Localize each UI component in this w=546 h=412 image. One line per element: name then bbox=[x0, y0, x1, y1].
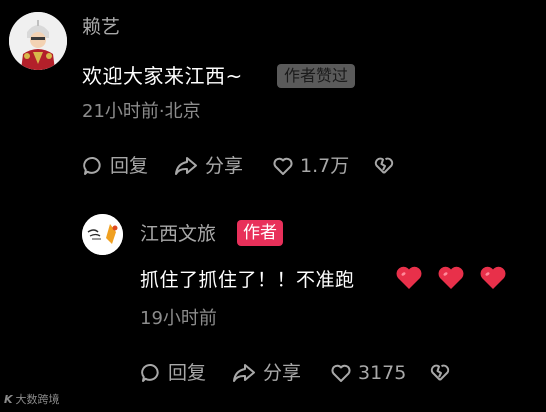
comment-bubble-icon bbox=[83, 156, 101, 175]
like-count: 1.7万 bbox=[300, 155, 350, 177]
like-button[interactable]: 1.7万 bbox=[272, 154, 349, 178]
username[interactable]: 赖艺 bbox=[82, 15, 120, 39]
red-heart-emoji-icon bbox=[438, 266, 464, 289]
reply-avatar[interactable] bbox=[82, 214, 123, 255]
avatar-image bbox=[82, 214, 123, 255]
reply-username[interactable]: 江西文旅 bbox=[140, 222, 216, 246]
watermark: K 大数跨境 bbox=[4, 393, 60, 407]
share-label: 分享 bbox=[205, 155, 244, 177]
comment-bubble-icon bbox=[141, 363, 159, 382]
avatar-image bbox=[9, 12, 67, 70]
author-liked-badge: 作者赞过 bbox=[277, 64, 356, 88]
comment-meta: 21小时前·北京 bbox=[82, 101, 201, 122]
heart-outline-icon bbox=[331, 364, 351, 382]
share-button[interactable]: 分享 bbox=[231, 361, 301, 385]
share-button[interactable]: 分享 bbox=[173, 154, 243, 178]
watermark-text: 大数跨境 bbox=[15, 393, 60, 406]
reply-text: 抓住了抓住了！！不准跑 bbox=[140, 269, 355, 291]
dislike-button[interactable] bbox=[428, 361, 452, 383]
watermark-logo: K bbox=[4, 393, 13, 406]
avatar[interactable] bbox=[9, 12, 67, 70]
broken-heart-icon bbox=[374, 157, 394, 174]
like-count: 3175 bbox=[358, 362, 407, 384]
broken-heart-icon bbox=[430, 364, 450, 381]
author-badge: 作者 bbox=[237, 220, 283, 246]
reply-label: 回复 bbox=[110, 155, 149, 177]
reply-label: 回复 bbox=[168, 362, 207, 384]
share-label: 分享 bbox=[263, 362, 302, 384]
red-heart-emoji-icon bbox=[396, 266, 422, 289]
reply-meta: 19小时前 bbox=[140, 308, 217, 329]
share-arrow-icon bbox=[175, 157, 197, 175]
red-heart-emoji-icon bbox=[480, 266, 506, 289]
comment-text: 欢迎大家来江西~ bbox=[82, 64, 243, 88]
reply-button[interactable]: 回复 bbox=[140, 361, 206, 385]
heart-outline-icon bbox=[273, 157, 293, 175]
share-arrow-icon bbox=[233, 364, 255, 382]
dislike-button[interactable] bbox=[372, 154, 396, 176]
reply-button[interactable]: 回复 bbox=[82, 154, 148, 178]
emoji-group bbox=[395, 265, 507, 291]
like-button[interactable]: 3175 bbox=[330, 361, 406, 385]
